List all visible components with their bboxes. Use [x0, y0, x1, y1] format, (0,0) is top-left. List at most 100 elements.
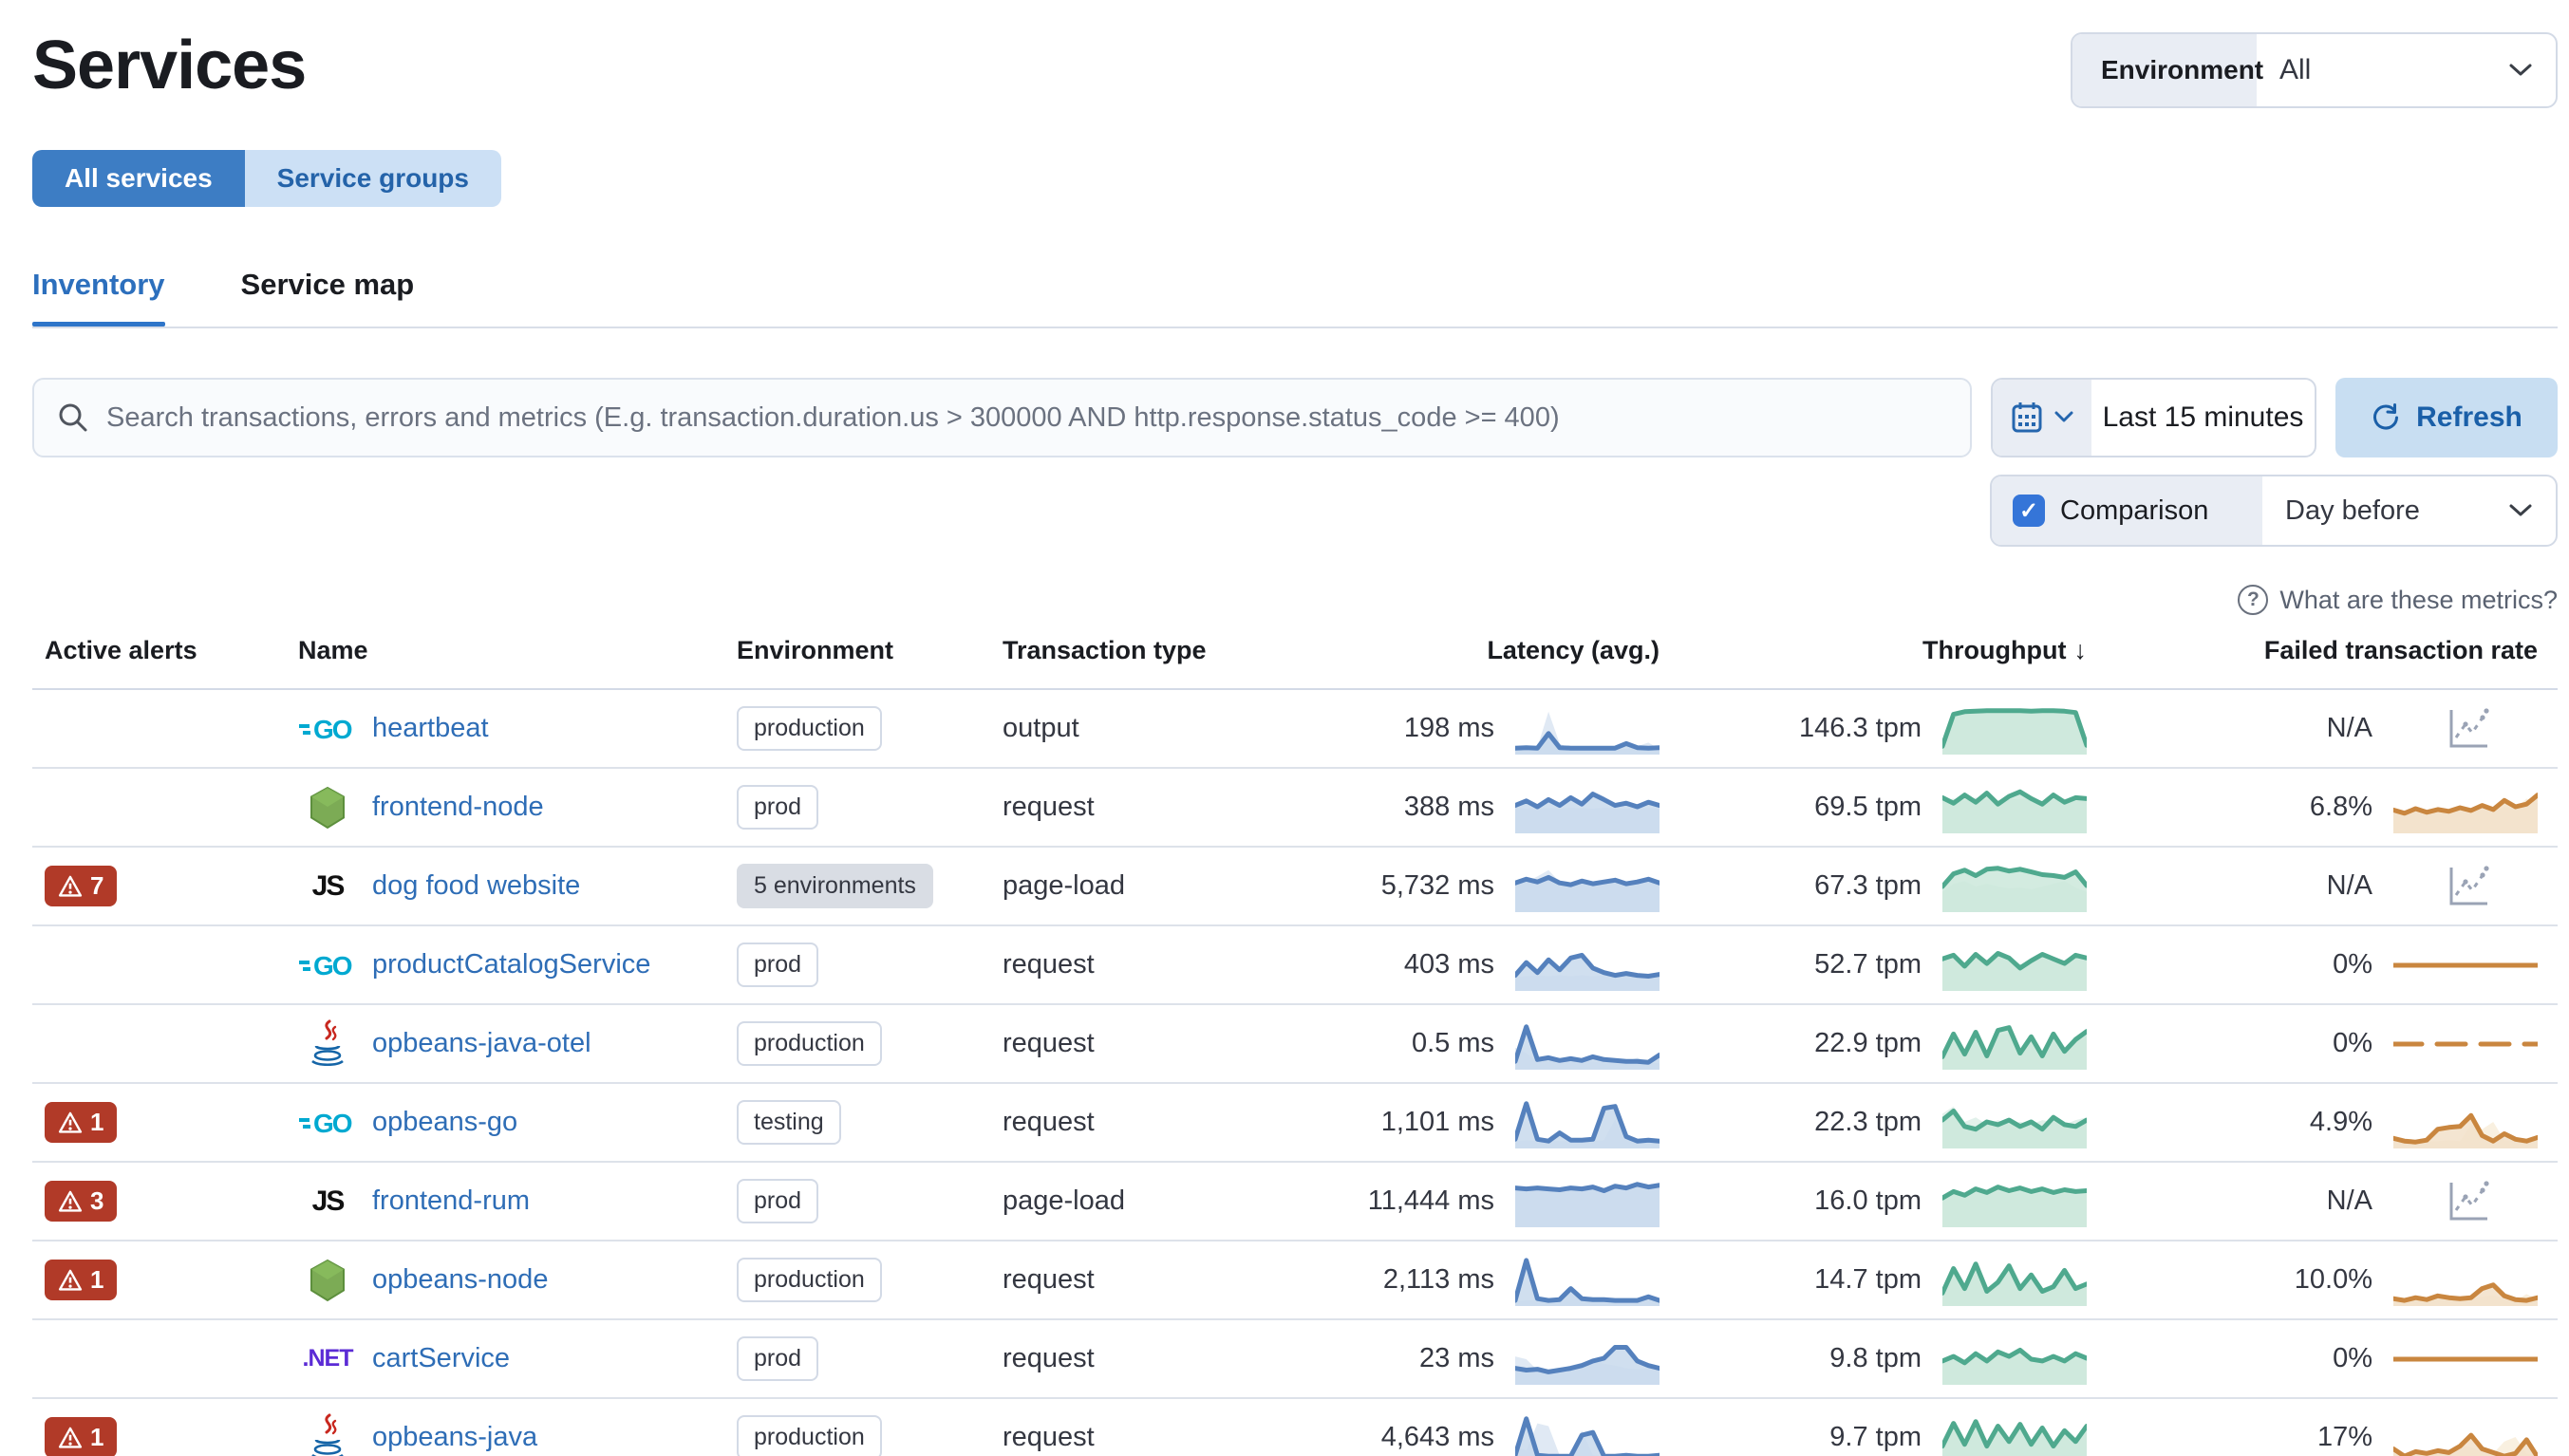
alert-count: 3 — [90, 1186, 104, 1215]
page-title: Services — [32, 28, 307, 103]
failed-rate-value: 10.0% — [2294, 1264, 2372, 1295]
service-name-link[interactable]: opbeans-java-otel — [372, 1028, 591, 1059]
transaction-type: request — [1003, 1422, 1095, 1452]
time-range-value[interactable]: Last 15 minutes — [2091, 380, 2315, 456]
comparison-checkbox[interactable]: ✓ — [2013, 495, 2045, 527]
java-agent-icon — [311, 1413, 344, 1456]
table-row: 1 GO opbeans-go testing request 1,101 ms… — [32, 1084, 2558, 1163]
service-name-link[interactable]: cartService — [372, 1343, 510, 1374]
chevron-down-icon — [2509, 64, 2532, 76]
latency-sparkline — [1515, 940, 1660, 991]
service-name-link[interactable]: dog food website — [372, 870, 580, 902]
alert-warning-icon — [58, 1190, 83, 1212]
svg-text:GO: GO — [313, 951, 352, 980]
table-row: frontend-node prod request 388 ms 69.5 t… — [32, 769, 2558, 848]
transaction-type: request — [1003, 792, 1095, 822]
col-transaction-type[interactable]: Transaction type — [1003, 636, 1359, 665]
agent-icon: GO — [298, 1106, 357, 1140]
failed-rate-sparkline — [2393, 1176, 2538, 1227]
throughput-value: 9.7 tpm — [1829, 1422, 1922, 1452]
active-alerts-badge[interactable]: 1 — [45, 1417, 118, 1456]
time-range-quick-select[interactable] — [1993, 380, 2091, 456]
chevron-down-icon — [2054, 411, 2073, 422]
transaction-type: request — [1003, 1028, 1095, 1058]
active-alerts-badge[interactable]: 1 — [45, 1260, 118, 1300]
search-icon — [59, 403, 87, 432]
latency-sparkline — [1515, 1176, 1660, 1227]
latency-sparkline — [1515, 1255, 1660, 1306]
failed-rate-value: N/A — [2326, 1185, 2372, 1216]
agent-icon: GO — [298, 948, 357, 982]
service-name-link[interactable]: frontend-rum — [372, 1185, 530, 1217]
sort-desc-icon: ↓ — [2073, 636, 2088, 664]
col-active-alerts: Active alerts — [45, 636, 197, 664]
service-name-link[interactable]: productCatalogService — [372, 949, 650, 980]
failed-rate-sparkline — [2393, 1097, 2538, 1148]
table-row: 7 JS dog food website 5 environments pag… — [32, 848, 2558, 926]
active-alerts-cell: 3 — [32, 1181, 286, 1222]
transaction-type: request — [1003, 949, 1095, 980]
refresh-button[interactable]: Refresh — [2335, 378, 2558, 457]
alert-warning-icon — [58, 875, 83, 897]
service-name-link[interactable]: opbeans-go — [372, 1107, 517, 1138]
dotnet-agent-icon: .NET — [302, 1345, 354, 1372]
comparison-label: Comparison — [2060, 495, 2209, 526]
col-latency[interactable]: Latency (avg.) — [1359, 636, 1677, 665]
service-groups-button[interactable]: Service groups — [244, 150, 501, 207]
failed-rate-value: 0% — [2333, 949, 2372, 980]
environment-filter[interactable]: Environment All — [2071, 32, 2558, 108]
all-services-button[interactable]: All services — [32, 150, 245, 207]
agent-icon — [298, 1413, 357, 1456]
throughput-sparkline — [1942, 861, 2087, 912]
environment-badge: prod — [737, 1336, 819, 1381]
time-range-picker[interactable]: Last 15 minutes — [1991, 378, 2316, 457]
active-alerts-badge[interactable]: 1 — [45, 1102, 118, 1143]
failed-rate-value: N/A — [2326, 713, 2372, 743]
failed-rate-value: 0% — [2333, 1028, 2372, 1058]
agent-icon — [298, 786, 357, 830]
throughput-value: 69.5 tpm — [1814, 792, 1922, 822]
active-alerts-cell: 7 — [32, 866, 286, 906]
col-throughput[interactable]: Throughput ↓ — [1677, 636, 2104, 665]
inventory-tabs: Inventory Service map — [32, 268, 2558, 327]
service-name-link[interactable]: opbeans-node — [372, 1264, 548, 1296]
transaction-type: request — [1003, 1264, 1095, 1295]
alert-count: 1 — [90, 1423, 104, 1451]
metrics-help-link[interactable]: ? What are these metrics? — [2238, 585, 2558, 615]
empty-chart-icon — [2449, 865, 2489, 905]
latency-sparkline — [1515, 782, 1660, 833]
agent-icon: .NET — [298, 1345, 357, 1372]
latency-sparkline — [1515, 861, 1660, 912]
js-agent-icon: JS — [311, 1185, 346, 1217]
active-alerts-badge[interactable]: 7 — [45, 866, 118, 906]
environment-badge: 5 environments — [737, 864, 933, 908]
tab-inventory[interactable]: Inventory — [32, 268, 165, 327]
col-environment[interactable]: Environment — [737, 636, 1003, 665]
transaction-type: request — [1003, 1343, 1095, 1373]
service-name-link[interactable]: opbeans-java — [372, 1422, 537, 1453]
table-row: 3 JS frontend-rum prod page-load 11,444 … — [32, 1163, 2558, 1241]
service-name-link[interactable]: heartbeat — [372, 713, 489, 744]
agent-icon — [298, 1259, 357, 1302]
active-alerts-cell: 1 — [32, 1102, 286, 1143]
col-name[interactable]: Name — [286, 636, 737, 665]
agent-icon: JS — [298, 870, 357, 903]
environment-filter-select[interactable]: All — [2257, 34, 2556, 106]
failed-rate-value: 0% — [2333, 1343, 2372, 1373]
service-name-link[interactable]: frontend-node — [372, 792, 544, 823]
latency-sparkline — [1515, 1412, 1660, 1456]
latency-sparkline — [1515, 1334, 1660, 1385]
agent-icon: GO — [298, 712, 357, 746]
environment-badge: production — [737, 706, 882, 751]
search-bar[interactable] — [32, 378, 1972, 457]
active-alerts-badge[interactable]: 3 — [45, 1181, 118, 1222]
table-row: .NET cartService prod request 23 ms 9.8 … — [32, 1320, 2558, 1399]
throughput-value: 22.3 tpm — [1814, 1107, 1922, 1137]
environment-badge: production — [737, 1021, 882, 1066]
col-failed-rate[interactable]: Failed transaction rate — [2104, 636, 2555, 665]
failed-rate-sparkline — [2393, 861, 2538, 912]
apm-services-page: Services Environment All All services Se… — [0, 0, 2569, 1456]
search-input[interactable] — [106, 401, 1947, 434]
tab-service-map[interactable]: Service map — [241, 268, 415, 327]
comparison-select[interactable]: Day before — [2262, 476, 2556, 545]
